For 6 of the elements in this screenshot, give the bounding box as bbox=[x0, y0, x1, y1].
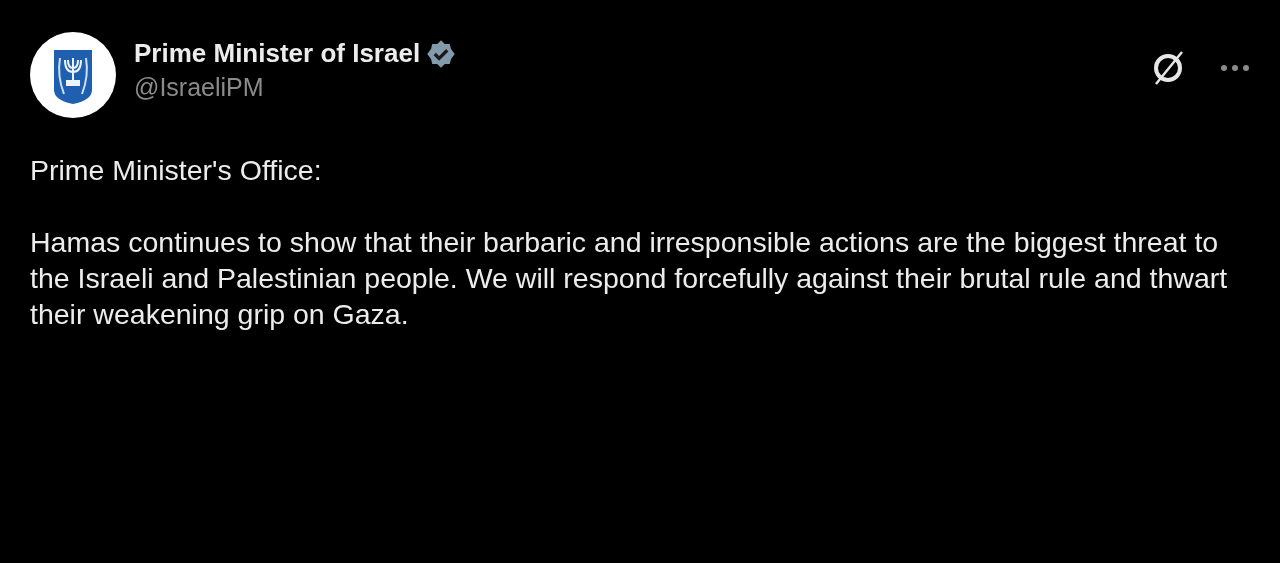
more-options-icon[interactable] bbox=[1220, 64, 1250, 72]
author-handle[interactable]: @IsraeliPM bbox=[134, 73, 457, 102]
avatar-emblem-icon[interactable] bbox=[30, 32, 116, 118]
post-text: Prime Minister's Office: bbox=[30, 153, 323, 188]
author-name[interactable]: Prime Minister of Israel bbox=[134, 38, 421, 69]
post-text: Hamas continues to show that their barbaric and irresponsible actions are the biggest threat to the Israeli and Palestinian people. We will respond forcefully against their brutal rule and thwart their weakening grip on Gaza. bbox=[30, 225, 1229, 332]
